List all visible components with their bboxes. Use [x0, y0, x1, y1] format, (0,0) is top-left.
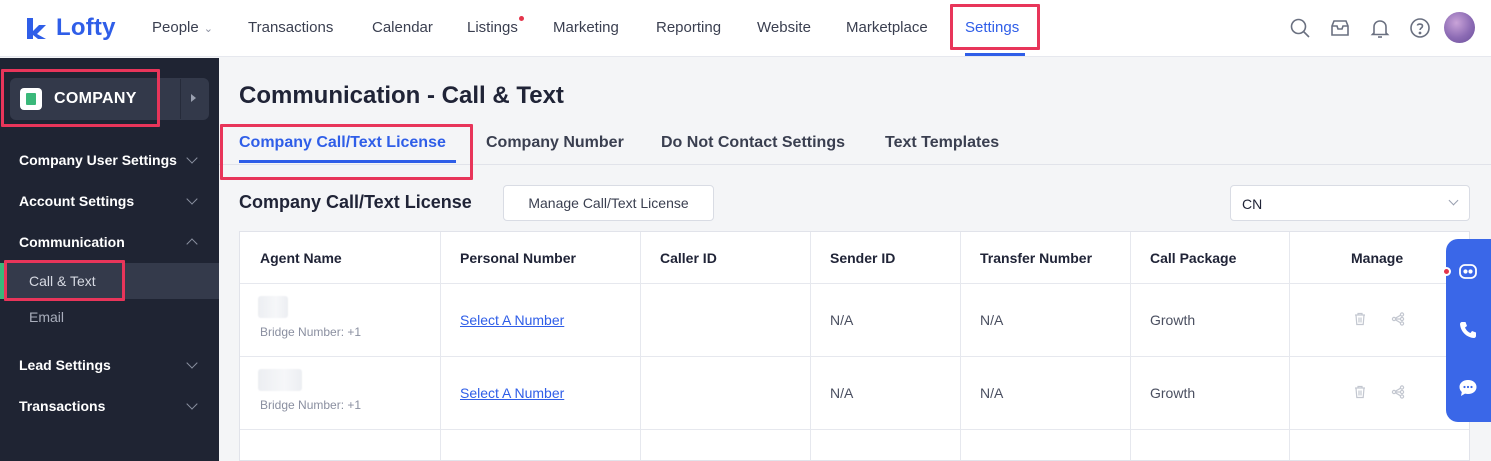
- settings-sidebar: COMPANY Company User Settings Account Se…: [0, 58, 219, 461]
- chatbot-icon[interactable]: [1457, 261, 1479, 283]
- agent-name-redacted: [258, 369, 302, 391]
- chevron-down-icon: ⌄: [203, 23, 213, 35]
- sidebar-group-transactions[interactable]: Transactions: [19, 398, 105, 414]
- sidebar-group-company-user-settings[interactable]: Company User Settings: [19, 152, 177, 168]
- nav-transactions[interactable]: Transactions: [248, 19, 333, 36]
- brand-name: Lofty: [56, 14, 116, 41]
- share-icon[interactable]: [1391, 385, 1405, 399]
- trash-icon[interactable]: [1353, 385, 1367, 399]
- avatar[interactable]: [1444, 12, 1475, 43]
- sidebar-group-communication[interactable]: Communication: [19, 234, 125, 250]
- tab-company-number[interactable]: Company Number: [486, 134, 624, 152]
- page-title: Communication - Call & Text: [239, 82, 564, 109]
- nav-reporting[interactable]: Reporting: [656, 19, 721, 36]
- chevron-down-icon: [186, 193, 198, 205]
- help-icon[interactable]: [1408, 16, 1432, 40]
- sidebar-item-call-text-label: Call & Text: [29, 273, 96, 289]
- nav-active-indicator: [965, 53, 1025, 56]
- nav-listings[interactable]: Listings: [467, 16, 524, 36]
- sidebar-item-email[interactable]: Email: [29, 309, 64, 325]
- company-switcher[interactable]: COMPANY: [10, 78, 209, 120]
- sidebar-group-lead-settings[interactable]: Lead Settings: [19, 357, 111, 373]
- nav-marketing[interactable]: Marketing: [553, 19, 619, 36]
- sidebar-group-account-settings[interactable]: Account Settings: [19, 193, 134, 209]
- tab-text-templates[interactable]: Text Templates: [885, 134, 999, 152]
- inbox-icon[interactable]: [1328, 16, 1352, 40]
- active-indicator: [0, 263, 4, 299]
- nav-marketplace[interactable]: Marketplace: [846, 19, 928, 36]
- chevron-down-icon: [1448, 195, 1459, 206]
- select-a-number-link[interactable]: Select A Number: [460, 312, 564, 328]
- header-agent-name: Agent Name: [260, 250, 342, 266]
- nav-calendar[interactable]: Calendar: [372, 19, 433, 36]
- call-package-cell: Growth: [1150, 312, 1196, 328]
- sender-id-cell: N/A: [830, 312, 854, 328]
- header-caller-id: Caller ID: [660, 250, 717, 266]
- manage-call-text-license-button[interactable]: Manage Call/Text License: [503, 185, 714, 221]
- nav-people-label: People: [152, 19, 199, 36]
- chevron-down-icon: [186, 152, 198, 164]
- company-label: COMPANY: [54, 90, 137, 107]
- floating-support-panel: [1446, 239, 1491, 422]
- tabs-divider: [219, 164, 1491, 165]
- nav-people[interactable]: People ⌄: [152, 19, 213, 36]
- search-icon[interactable]: [1288, 16, 1312, 40]
- caret-right-icon: [191, 94, 196, 102]
- highlight-license-tab: [220, 124, 473, 180]
- bridge-number: Bridge Number: +1: [260, 398, 362, 412]
- lofty-logo-icon: [27, 18, 46, 39]
- notification-dot: [518, 16, 524, 21]
- section-title: Company Call/Text License: [239, 192, 472, 212]
- bridge-number: Bridge Number: +1: [260, 325, 362, 339]
- select-a-number-link[interactable]: Select A Number: [460, 385, 564, 401]
- bell-icon[interactable]: [1368, 16, 1392, 40]
- country-select-value: CN: [1242, 196, 1263, 212]
- share-icon[interactable]: [1391, 312, 1405, 326]
- header-sender-id: Sender ID: [830, 250, 896, 266]
- header-personal-number: Personal Number: [460, 250, 576, 266]
- chevron-down-icon: [186, 357, 198, 369]
- header-transfer-number: Transfer Number: [980, 250, 1093, 266]
- transfer-number-cell: N/A: [980, 385, 1004, 401]
- sender-id-cell: N/A: [830, 385, 854, 401]
- chat-bubble-icon[interactable]: [1457, 377, 1479, 399]
- tab-active-indicator: [239, 160, 456, 163]
- nav-listings-label: Listings: [467, 19, 518, 36]
- top-navigation-bar: Lofty People ⌄ Transactions Calendar List…: [0, 0, 1491, 57]
- nav-settings[interactable]: Settings: [965, 19, 1019, 36]
- company-expand-button[interactable]: [180, 79, 208, 119]
- header-call-package: Call Package: [1150, 250, 1237, 266]
- chevron-down-icon: [186, 398, 198, 410]
- lofty-logo[interactable]: Lofty: [24, 14, 116, 42]
- tab-company-call-text-license[interactable]: Company Call/Text License: [239, 134, 446, 152]
- chevron-up-icon: [186, 238, 198, 250]
- tab-do-not-contact-settings[interactable]: Do Not Contact Settings: [661, 134, 845, 152]
- header-manage: Manage: [1351, 250, 1404, 266]
- company-icon: [20, 88, 42, 110]
- license-table: Agent Name Personal Number Caller ID Sen…: [239, 231, 1470, 461]
- nav-website[interactable]: Website: [757, 19, 811, 36]
- country-select[interactable]: CN: [1230, 185, 1470, 221]
- phone-icon[interactable]: [1457, 319, 1479, 341]
- call-package-cell: Growth: [1150, 385, 1196, 401]
- notification-dot: [1442, 267, 1451, 276]
- trash-icon[interactable]: [1353, 312, 1367, 326]
- agent-name-redacted: [258, 296, 288, 318]
- transfer-number-cell: N/A: [980, 312, 1004, 328]
